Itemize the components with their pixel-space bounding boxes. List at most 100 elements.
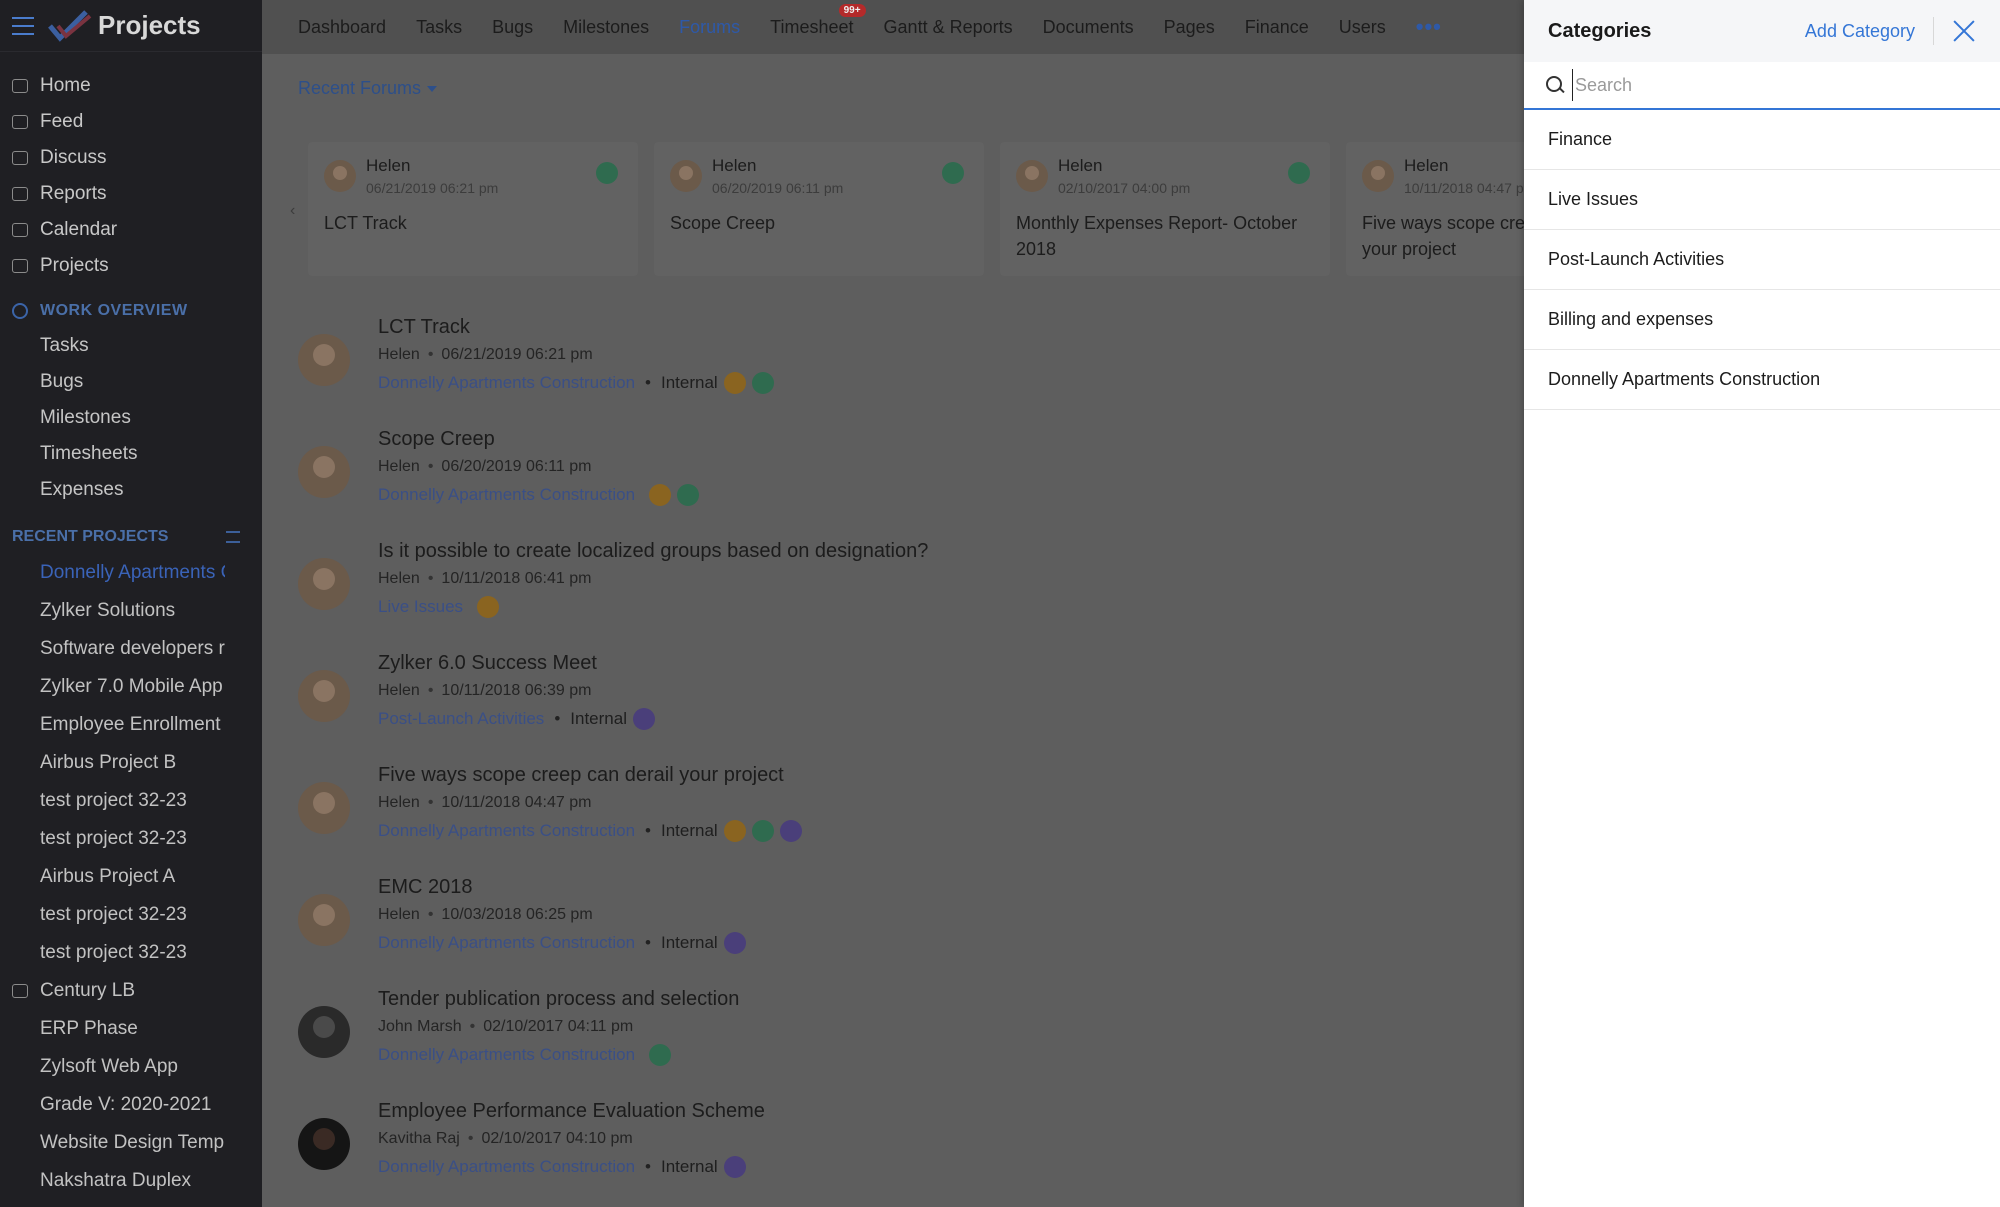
project-item[interactable]: test project 32-23 [0, 820, 225, 858]
category-item-billing[interactable]: Billing and expenses [1524, 290, 2000, 350]
thread-title[interactable]: Zylker 6.0 Success Meet [378, 652, 597, 675]
work-item-timesheets[interactable]: Timesheets [0, 436, 262, 472]
project-item[interactable]: Zylker 7.0 Mobile App [0, 668, 225, 706]
category-item-live-issues[interactable]: Live Issues [1524, 170, 2000, 230]
forum-card[interactable]: Helen 06/20/2019 06:11 pm Scope Creep [654, 142, 984, 276]
thread-category[interactable]: Donnelly Apartments Construction [378, 821, 635, 841]
project-item[interactable]: test project 32-23 [0, 782, 225, 820]
sidebar: Projects Home Feed Discuss Reports Calen… [0, 0, 262, 1207]
category-search [1524, 62, 2000, 110]
forum-card[interactable]: Helen 06/21/2019 06:21 pm LCT Track [308, 142, 638, 276]
thread-title[interactable]: Five ways scope creep can derail your pr… [378, 764, 784, 787]
forum-thread[interactable]: EMC 2018 Helen • 10/03/2018 06:25 pm Donne… [298, 876, 1198, 976]
nav-reports[interactable]: Reports [0, 176, 262, 212]
dropdown-label: Recent Forums [298, 78, 422, 98]
thread-author: Helen [378, 682, 420, 699]
thread-category[interactable]: Live Issues [378, 597, 463, 617]
close-icon[interactable] [1952, 19, 1976, 43]
tab-dashboard[interactable]: Dashboard [298, 17, 386, 38]
project-item[interactable]: Airbus Project B [0, 744, 225, 782]
thread-date: 10/11/2018 04:47 pm [441, 794, 592, 811]
nav-feed[interactable]: Feed [0, 104, 262, 140]
nav-calendar[interactable]: Calendar [0, 212, 262, 248]
thread-visibility: Internal [660, 933, 718, 952]
add-category-button[interactable]: Add Category [1805, 21, 1915, 42]
work-item-tasks[interactable]: Tasks [0, 328, 262, 364]
project-group-item[interactable]: Century LB [0, 972, 225, 1010]
thread-category[interactable]: Donnelly Apartments Construction [378, 485, 635, 505]
forum-thread[interactable]: Scope Creep Helen • 06/20/2019 06:11 pm Do… [298, 428, 1198, 528]
nav-discuss[interactable]: Discuss [0, 140, 262, 176]
thread-category[interactable]: Donnelly Apartments Construction [378, 1157, 635, 1177]
tab-bugs[interactable]: Bugs [492, 17, 533, 38]
project-item[interactable]: Website Design Templ [0, 1124, 225, 1162]
tab-forums[interactable]: Forums [679, 17, 740, 38]
thread-title[interactable]: Tender publication process and selection [378, 988, 739, 1011]
nav-home[interactable]: Home [0, 68, 262, 104]
recent-projects-heading: RECENT PROJECTS [0, 520, 262, 554]
forum-thread[interactable]: Zylker 6.0 Success Meet Helen • 10/11/2018… [298, 652, 1198, 752]
tab-documents[interactable]: Documents [1043, 17, 1134, 38]
project-item[interactable]: Employee Enrollment [0, 706, 225, 744]
thread-visibility: Internal [660, 373, 718, 392]
forum-thread[interactable]: Employee Performance Evaluation Scheme K… [298, 1100, 1198, 1200]
thread-title[interactable]: LCT Track [378, 316, 470, 339]
thread-visibility: Internal [660, 1157, 718, 1176]
tab-timesheet[interactable]: Timesheet 99+ [770, 3, 866, 38]
forum-thread[interactable]: Is it possible to create localized group… [298, 540, 1198, 640]
project-item[interactable]: Software developers re [0, 630, 225, 668]
forum-thread[interactable]: LCT Track Helen • 06/21/2019 06:21 pm Donn… [298, 316, 1198, 416]
recent-forums-dropdown[interactable]: Recent Forums [298, 78, 438, 99]
thread-title[interactable]: Scope Creep [378, 428, 495, 451]
project-item[interactable]: ERP Phase [0, 1010, 225, 1048]
reports-icon [12, 187, 28, 201]
card-author: Helen [712, 156, 757, 175]
work-item-bugs[interactable]: Bugs [0, 364, 262, 400]
project-item[interactable]: Zylker Solutions [0, 592, 225, 630]
carousel-prev-icon[interactable]: ‹ [290, 202, 295, 220]
tab-gantt-reports[interactable]: Gantt & Reports [884, 17, 1013, 38]
more-options-icon[interactable]: ••• [1416, 14, 1442, 40]
card-date: 06/21/2019 06:21 pm [366, 180, 499, 196]
hamburger-menu-icon[interactable] [12, 16, 34, 35]
category-item-post-launch[interactable]: Post-Launch Activities [1524, 230, 2000, 290]
tab-milestones[interactable]: Milestones [563, 17, 649, 38]
category-item-donnelly[interactable]: Donnelly Apartments Construction [1524, 350, 2000, 410]
project-item[interactable]: Airbus Project A [0, 858, 225, 896]
thread-tags: Donnelly Apartments Construction • Interna… [378, 372, 774, 394]
project-item[interactable]: Donnelly Apartments C [0, 554, 225, 592]
forum-thread[interactable]: Tender publication process and selection… [298, 988, 1198, 1088]
thread-title[interactable]: Employee Performance Evaluation Scheme [378, 1100, 765, 1123]
thread-category[interactable]: Donnelly Apartments Construction [378, 373, 635, 393]
category-list: Finance Live Issues Post-Launch Activiti… [1524, 110, 2000, 410]
thread-category[interactable]: Donnelly Apartments Construction [378, 1045, 635, 1065]
thread-title[interactable]: EMC 2018 [378, 876, 473, 899]
tab-users[interactable]: Users [1339, 17, 1386, 38]
work-overview-heading[interactable]: WORK OVERVIEW [0, 294, 262, 328]
thread-meta: Helen • 10/11/2018 06:39 pm [378, 682, 592, 699]
project-item[interactable]: test project 32-23 [0, 934, 225, 972]
project-item[interactable]: test project 32-23 [0, 896, 225, 934]
forum-thread[interactable]: Five ways scope creep can derail your pr… [298, 764, 1198, 864]
thread-category[interactable]: Post-Launch Activities [378, 709, 544, 729]
project-item[interactable]: Zylsoft Web App [0, 1048, 225, 1086]
work-item-expenses[interactable]: Expenses [0, 472, 262, 508]
tab-pages[interactable]: Pages [1164, 17, 1215, 38]
thread-author: Helen [378, 346, 420, 363]
forum-card[interactable]: Helen 02/10/2017 04:00 pm Monthly Expens… [1000, 142, 1330, 276]
nav-projects[interactable]: Projects [0, 248, 262, 284]
tab-tasks[interactable]: Tasks [416, 17, 462, 38]
project-item[interactable]: Grade V: 2020-2021 [0, 1086, 225, 1124]
list-view-icon[interactable] [226, 531, 240, 543]
thread-title[interactable]: Is it possible to create localized group… [378, 540, 928, 563]
thread-meta: Helen • 06/20/2019 06:11 pm [378, 458, 592, 475]
work-item-milestones[interactable]: Milestones [0, 400, 262, 436]
tab-finance[interactable]: Finance [1245, 17, 1309, 38]
card-date: 02/10/2017 04:00 pm [1058, 180, 1191, 196]
home-icon [12, 79, 28, 93]
timesheet-badge: 99+ [838, 3, 866, 17]
category-item-finance[interactable]: Finance [1524, 110, 2000, 170]
search-input[interactable] [1572, 69, 1978, 101]
project-item[interactable]: Nakshatra Duplex [0, 1162, 225, 1200]
thread-category[interactable]: Donnelly Apartments Construction [378, 933, 635, 953]
